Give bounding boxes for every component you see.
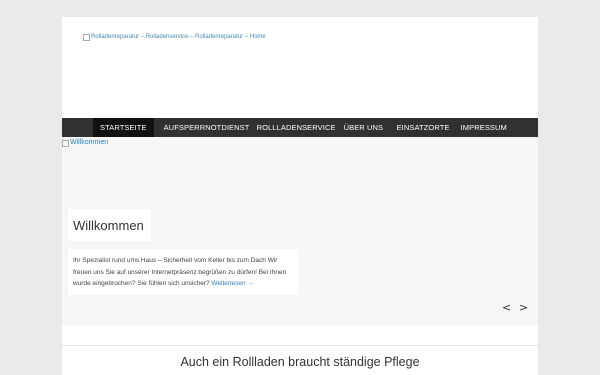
logo-alt-text: Rolladenreparatur – Rolladenservice – Ro… bbox=[91, 34, 266, 40]
slide-text: Ihr Spezialist rund ums Haus – Sicherhei… bbox=[73, 257, 287, 288]
nav-item-ueber-uns[interactable]: Über uns bbox=[337, 118, 390, 137]
broken-image-icon bbox=[83, 34, 90, 41]
nav-item-startseite[interactable]: Startseite bbox=[93, 118, 154, 137]
hero-slider: Willkommen Willkommen Ihr Spezialist run… bbox=[62, 137, 538, 325]
slide-image-link[interactable]: Willkommen bbox=[62, 139, 108, 147]
nav-item-rollladenservice[interactable]: Rollladenservice bbox=[250, 118, 337, 137]
slide-caption: Ihr Spezialist rund ums Haus – Sicherhei… bbox=[68, 249, 298, 295]
read-more-link[interactable]: Weiterlesen → bbox=[211, 280, 254, 287]
slider-prev-button[interactable]: < bbox=[502, 301, 511, 314]
site-header: Rolladenreparatur – Rolladenservice – Ro… bbox=[62, 17, 538, 118]
nav-item-einsatzorte[interactable]: Einsatzorte bbox=[390, 118, 454, 137]
nav-item-impressum[interactable]: Impressum bbox=[454, 118, 507, 137]
site-logo-link[interactable]: Rolladenreparatur – Rolladenservice – Ro… bbox=[83, 34, 266, 41]
page-container: Rolladenreparatur – Rolladenservice – Ro… bbox=[62, 17, 538, 375]
main-navigation: Startseite Aufsperrnotdienst Rollladense… bbox=[62, 118, 538, 137]
slide-image-alt: Willkommen bbox=[70, 139, 109, 146]
section-heading: Auch ein Rollladen braucht ständige Pfle… bbox=[180, 355, 420, 369]
section-divider bbox=[62, 345, 538, 346]
broken-image-icon bbox=[62, 140, 69, 147]
slide-title: Willkommen bbox=[68, 209, 151, 241]
nav-item-aufsperrnotdienst[interactable]: Aufsperrnotdienst bbox=[154, 118, 250, 137]
slider-next-button[interactable]: > bbox=[519, 301, 528, 314]
